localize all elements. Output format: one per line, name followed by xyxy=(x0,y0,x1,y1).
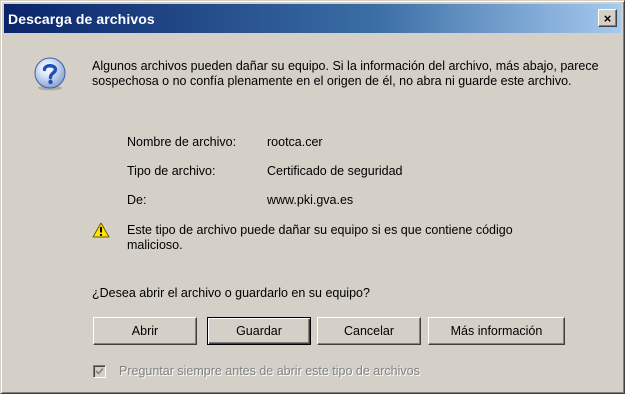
checkmark-icon xyxy=(95,367,104,375)
file-type-value: Certificado de seguridad xyxy=(267,164,403,178)
warning-icon xyxy=(92,222,110,238)
file-source-value: www.pki.gva.es xyxy=(267,193,354,207)
always-ask-checkbox[interactable] xyxy=(93,364,106,378)
question-icon xyxy=(34,57,66,91)
close-icon: × xyxy=(603,10,612,26)
file-type-label: Tipo de archivo: xyxy=(127,164,216,178)
always-ask-label: Preguntar siempre antes de abrir este ti… xyxy=(119,364,420,378)
open-or-save-question: ¿Desea abrir el archivo o guardarlo en s… xyxy=(92,286,370,300)
close-button[interactable]: × xyxy=(598,9,617,27)
file-name-value: rootca.cer xyxy=(267,135,323,149)
more-info-button[interactable]: Más información xyxy=(428,317,565,345)
download-dialog: Descarga de archivos × Algunos archivos … xyxy=(0,0,625,394)
open-button[interactable]: Abrir xyxy=(93,317,197,345)
cancel-button[interactable]: Cancelar xyxy=(317,317,421,345)
always-ask-option[interactable]: Preguntar siempre antes de abrir este ti… xyxy=(93,364,420,378)
file-source-label: De: xyxy=(127,193,147,207)
title-bar[interactable]: Descarga de archivos × xyxy=(4,4,621,33)
dialog-title: Descarga de archivos xyxy=(8,10,155,27)
malicious-code-warning: Este tipo de archivo puede dañar su equi… xyxy=(127,223,513,252)
save-button[interactable]: Guardar xyxy=(207,317,311,345)
file-name-label: Nombre de archivo: xyxy=(127,135,237,149)
warning-message: Algunos archivos pueden dañar su equipo.… xyxy=(92,59,599,88)
